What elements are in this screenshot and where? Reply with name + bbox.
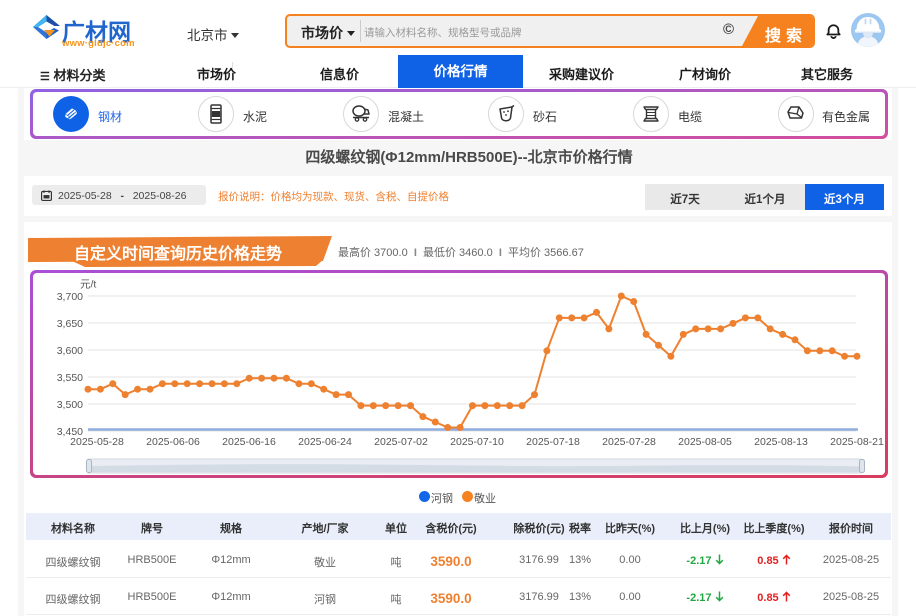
svg-text:2025-08-21: 2025-08-21	[830, 436, 884, 448]
svg-text:2025-08-13: 2025-08-13	[754, 436, 808, 448]
svg-text:2025-07-18: 2025-07-18	[526, 436, 580, 448]
svg-text:3,600: 3,600	[57, 345, 83, 357]
svg-text:3,700: 3,700	[57, 291, 83, 303]
svg-text:2025-08-05: 2025-08-05	[678, 436, 732, 448]
svg-text:2025-07-10: 2025-07-10	[450, 436, 504, 448]
svg-text:元/t: 元/t	[80, 279, 96, 291]
svg-text:2025-07-28: 2025-07-28	[602, 436, 656, 448]
svg-text:2025-07-02: 2025-07-02	[374, 436, 428, 448]
svg-text:2025-05-28: 2025-05-28	[70, 436, 124, 448]
svg-text:3,500: 3,500	[57, 399, 83, 411]
svg-text:3,650: 3,650	[57, 318, 83, 330]
svg-text:2025-06-24: 2025-06-24	[298, 436, 352, 448]
svg-text:2025-06-16: 2025-06-16	[222, 436, 276, 448]
svg-text:2025-06-06: 2025-06-06	[146, 436, 200, 448]
svg-text:3,550: 3,550	[57, 372, 83, 384]
